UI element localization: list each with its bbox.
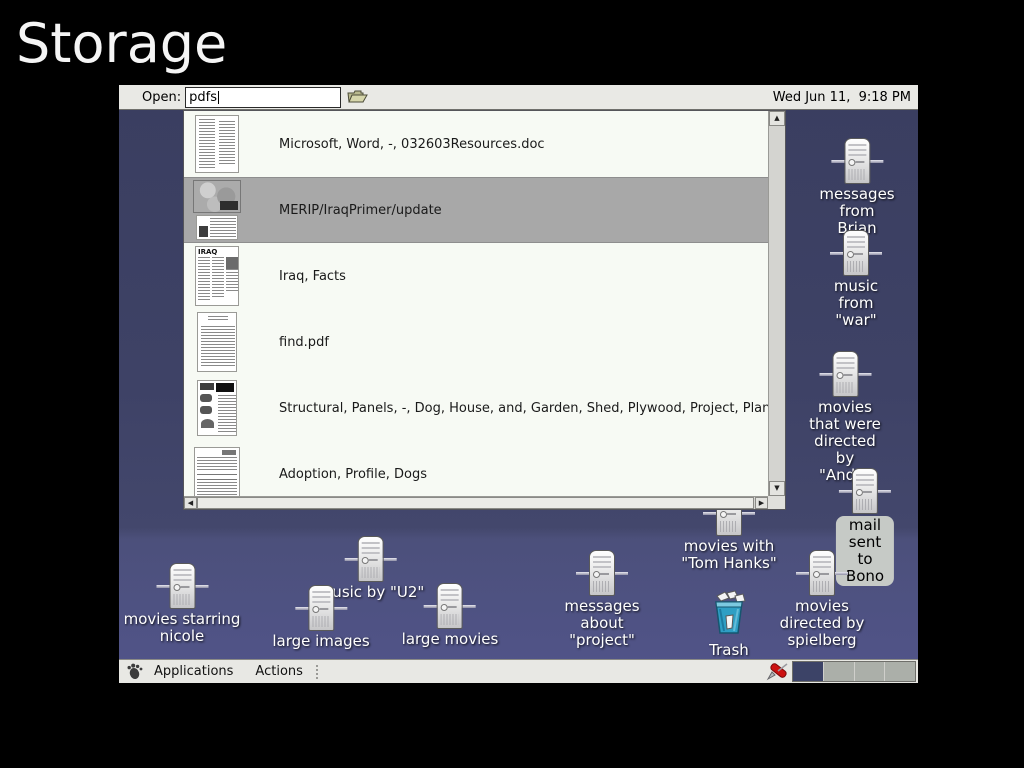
computer-led	[173, 584, 180, 591]
menu-applications[interactable]: Applications	[143, 664, 244, 679]
computer-led	[848, 159, 855, 166]
text-caret	[218, 91, 219, 104]
desktop-icon-large-images[interactable]: large images	[272, 585, 369, 650]
result-row[interactable]: find.pdf	[184, 309, 768, 375]
computer-slot	[448, 606, 457, 608]
desktop-icon-movies-directed-by-andy[interactable]: movies that were directed by "Andy"	[809, 351, 882, 484]
computer-slot	[369, 559, 378, 561]
computer-led	[593, 571, 600, 578]
workspace-1-active[interactable]	[793, 662, 824, 681]
trash-can-icon	[707, 590, 751, 640]
computer-slot	[855, 161, 864, 163]
computer-led	[813, 571, 820, 578]
desktop-icon-large-movies[interactable]: large movies	[402, 583, 499, 648]
computer-led	[847, 251, 854, 258]
computer-led	[720, 511, 727, 518]
result-label: Iraq, Facts	[279, 269, 346, 284]
result-row[interactable]: Structural, Panels, -, Dog, House, and, …	[184, 375, 768, 441]
open-input[interactable]: pdfs	[185, 87, 341, 108]
computer-icon	[433, 583, 467, 629]
scroll-left-button[interactable]: ◀	[184, 497, 197, 509]
computer-slot	[180, 586, 189, 588]
desktop-icon-messages-from-brian[interactable]: messages from Brian	[819, 138, 894, 237]
desktop-icon-trash[interactable]: Trash	[707, 590, 751, 659]
workspace-4[interactable]	[885, 662, 915, 681]
panel-handle[interactable]	[316, 665, 321, 679]
desktop-icon-messages-about-project[interactable]: messages about "project"	[547, 550, 657, 649]
computer-icon	[840, 138, 874, 184]
computer-led	[836, 372, 843, 379]
open-folder-icon	[347, 92, 368, 107]
computer-slot	[319, 608, 328, 610]
desktop: messages from Brian music from "war" mov…	[119, 85, 918, 683]
desktop-icon-label: large images	[272, 633, 369, 650]
gnome-foot-icon	[126, 663, 143, 680]
open-input-value: pdfs	[189, 90, 217, 105]
computer-icon	[828, 351, 862, 397]
desktop-icon-label: movies starring nicole	[119, 611, 250, 645]
document-thumbnail	[184, 380, 250, 436]
computer-icon	[848, 468, 882, 514]
result-label: MERIP/IraqPrimer/update	[279, 203, 442, 218]
computer-slot	[843, 374, 852, 376]
result-row[interactable]: IRAQ Iraq, Facts	[184, 243, 768, 309]
computer-icon	[354, 536, 388, 582]
document-thumbnail	[184, 115, 250, 173]
utility-knife-icon[interactable]	[766, 662, 788, 682]
workspace-3[interactable]	[855, 662, 886, 681]
workspace-2[interactable]	[824, 662, 855, 681]
document-thumbnail	[184, 447, 250, 496]
result-row-selected[interactable]: MERIP/IraqPrimer/update	[184, 177, 768, 243]
scroll-up-button[interactable]: ▲	[769, 111, 785, 126]
result-label: Adoption, Profile, Dogs	[279, 467, 427, 482]
computer-icon	[585, 550, 619, 596]
computer-slot	[854, 253, 863, 255]
desktop-icon-label: Trash	[709, 642, 749, 659]
desktop-icon-label: large movies	[402, 631, 499, 648]
computer-slot	[863, 491, 872, 493]
document-thumbnail: IRAQ	[184, 246, 250, 306]
open-label: Open:	[142, 90, 181, 105]
horizontal-scroll-thumb[interactable]	[197, 497, 754, 509]
workspace-switcher	[792, 661, 916, 682]
search-results-popup: Microsoft, Word, -, 032603Resources.doc …	[183, 110, 786, 510]
desktop-icon-label: movies directed by spielberg	[774, 598, 870, 649]
horizontal-scrollbar[interactable]: ◀ ▶	[184, 496, 768, 509]
vertical-scrollbar[interactable]: ▲ ▼	[768, 111, 785, 496]
computer-slot	[600, 573, 609, 575]
computer-slot	[820, 573, 829, 575]
document-thumbnail	[184, 180, 250, 240]
result-label: Microsoft, Word, -, 032603Resources.doc	[279, 137, 545, 152]
computer-icon	[165, 563, 199, 609]
computer-icon	[805, 550, 839, 596]
computer-led	[312, 606, 319, 613]
document-thumbnail	[184, 312, 250, 372]
clock: Wed Jun 11, 9:18 PM	[773, 90, 911, 105]
computer-slot	[727, 513, 736, 515]
thumbnail-masthead: IRAQ	[198, 248, 217, 256]
desktop-icon-movies-starring-nicole[interactable]: movies starring nicole	[119, 563, 250, 645]
result-label: Structural, Panels, -, Dog, House, and, …	[279, 401, 768, 416]
desktop-icon-label: music from "war"	[825, 278, 887, 329]
result-label: find.pdf	[279, 335, 329, 350]
scroll-right-button[interactable]: ▶	[755, 497, 768, 509]
result-row[interactable]: Microsoft, Word, -, 032603Resources.doc	[184, 111, 768, 177]
result-row[interactable]: Adoption, Profile, Dogs	[184, 441, 768, 496]
open-bar: Open: pdfs Wed Jun 11, 9:18 PM	[119, 85, 918, 110]
scroll-down-button[interactable]: ▼	[769, 481, 785, 496]
page-title: Storage	[16, 12, 227, 75]
computer-icon	[839, 230, 873, 276]
computer-icon	[304, 585, 338, 631]
menu-actions[interactable]: Actions	[244, 664, 314, 679]
scrollbar-corner	[768, 496, 785, 509]
bottom-panel: Applications Actions	[119, 659, 918, 683]
desktop-icon-label: messages about "project"	[547, 598, 657, 649]
browse-folder-button[interactable]	[346, 88, 368, 106]
screen: Storage messages from Brian music from "…	[0, 0, 1024, 768]
desktop-icon-music-from-war[interactable]: music from "war"	[825, 230, 887, 329]
desktop-icon-movies-directed-by-spielberg[interactable]: movies directed by spielberg	[774, 550, 870, 649]
results-list: Microsoft, Word, -, 032603Resources.doc …	[184, 111, 768, 496]
